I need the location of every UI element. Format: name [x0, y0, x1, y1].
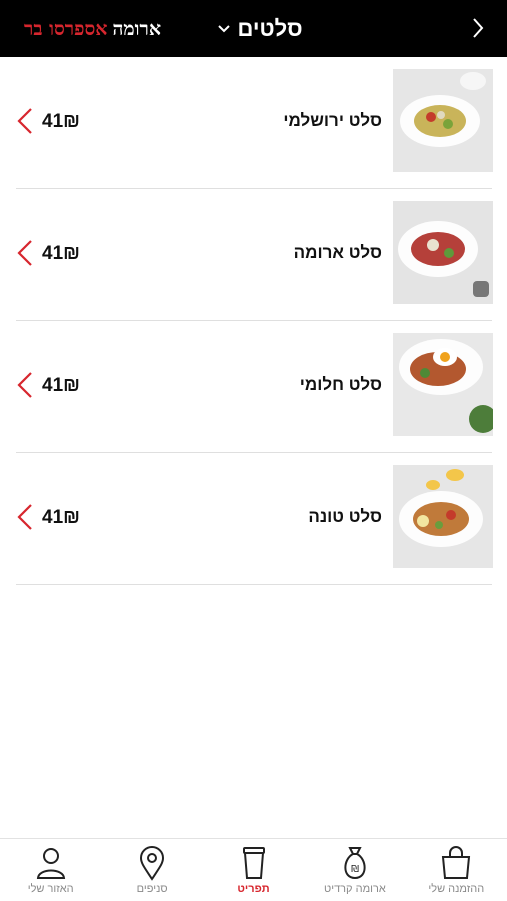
user-icon: [36, 848, 65, 879]
item-name: סלט טונה: [308, 507, 382, 526]
item-name: סלט חלומי: [299, 375, 382, 394]
chevron-down-icon: [218, 25, 231, 33]
brand-logo-part2: אספרסו בר: [24, 17, 108, 40]
location-pin-icon: [140, 846, 165, 881]
chevron-left-icon: [17, 240, 32, 266]
tab-aroma-credit[interactable]: ₪ ארומה קרדיט: [304, 839, 405, 901]
coffee-cup-icon: [242, 847, 265, 879]
back-button[interactable]: [462, 12, 494, 44]
chevron-right-icon: [473, 18, 484, 38]
menu-list: סלט ירושלמי 41₪ סלט ארומה 41₪ סלט חלומי …: [16, 57, 493, 585]
shopping-bag-icon: [442, 846, 471, 879]
page-title: סלטים: [237, 16, 303, 41]
tab-label: תפריט: [237, 883, 270, 895]
list-item[interactable]: סלט ירושלמי 41₪: [16, 57, 493, 189]
tab-label: ההזמנה שלי: [428, 883, 485, 895]
tab-branches[interactable]: סניפים: [101, 839, 202, 901]
chevron-left-icon: [17, 504, 32, 530]
item-name: סלט ארומה: [293, 243, 382, 262]
item-price: 41₪: [42, 243, 80, 264]
tab-label: סניפים: [136, 883, 168, 895]
money-bag-icon: ₪: [344, 847, 366, 880]
tab-my-area[interactable]: האזור שלי: [0, 839, 101, 901]
item-price: 41₪: [42, 111, 80, 132]
list-item[interactable]: סלט טונה 41₪: [16, 453, 493, 585]
tab-label: האזור שלי: [27, 883, 74, 895]
list-item[interactable]: סלט חלומי 41₪: [16, 321, 493, 453]
chevron-left-icon: [17, 108, 32, 134]
item-price: 41₪: [42, 375, 80, 396]
dish-image: [393, 69, 493, 172]
top-bar: ארומה אספרסו בר סלטים: [0, 0, 507, 57]
brand-logo: ארומה אספרסו בר: [24, 16, 161, 42]
svg-text:₪: ₪: [351, 864, 359, 875]
item-name: סלט ירושלמי: [283, 111, 382, 130]
dish-image: [393, 333, 493, 436]
list-item[interactable]: סלט ארומה 41₪: [16, 189, 493, 321]
category-dropdown[interactable]: סלטים: [205, 14, 315, 44]
dish-image: [393, 201, 493, 304]
chevron-left-icon: [17, 372, 32, 398]
brand-logo-part1: ארומה: [112, 17, 162, 40]
item-price: 41₪: [42, 507, 80, 528]
tab-my-order[interactable]: ההזמנה שלי: [406, 839, 507, 901]
bottom-tab-bar: האזור שלי סניפים תפריט ₪ ארומה קרדיט ההז…: [0, 838, 507, 901]
dish-image: [393, 465, 493, 568]
tab-menu[interactable]: תפריט: [203, 839, 304, 901]
tab-label: ארומה קרדיט: [324, 883, 386, 895]
